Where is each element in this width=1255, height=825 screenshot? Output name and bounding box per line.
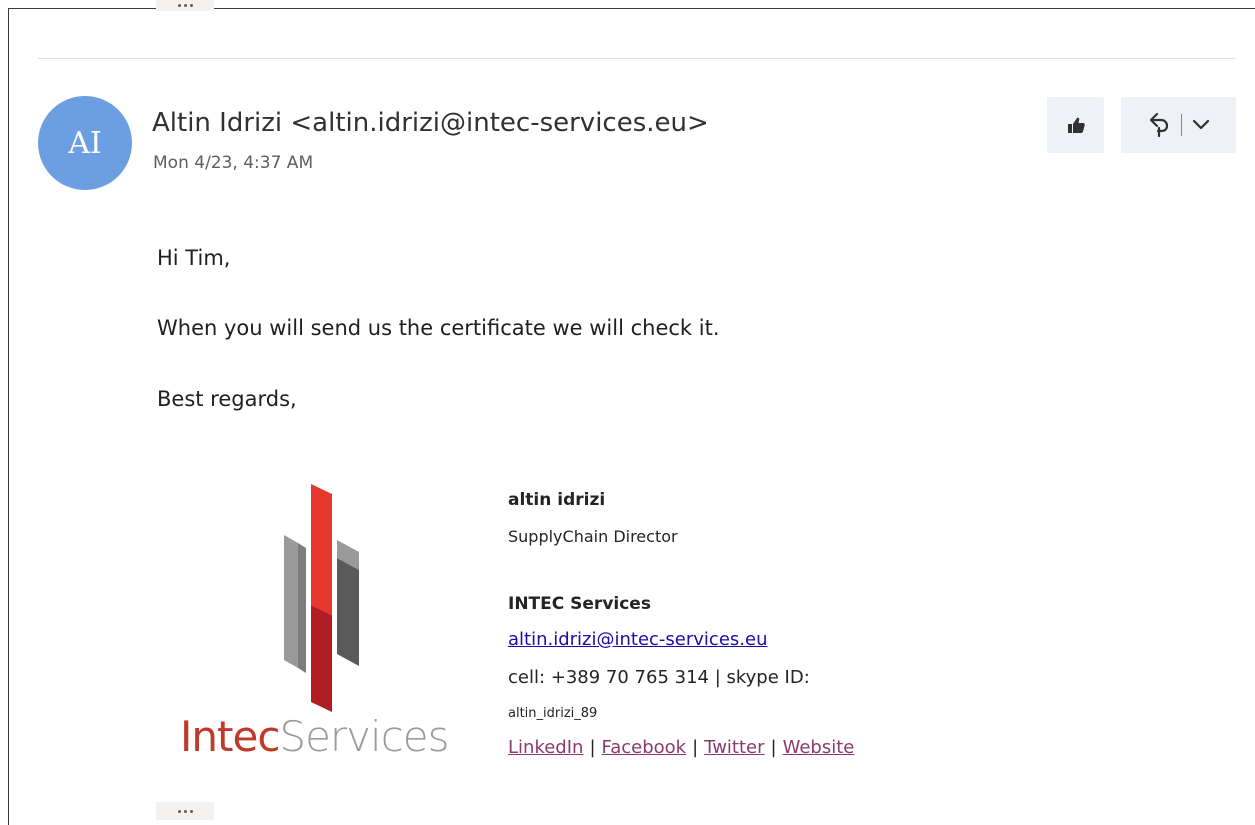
show-trimmed-content-button[interactable]: [156, 802, 214, 820]
button-separator: [1181, 114, 1182, 136]
website-link[interactable]: Website: [783, 737, 855, 758]
chevron-down-icon[interactable]: [1192, 119, 1210, 131]
signature-cell-skype: cell: +389 70 765 314 | skype ID:: [508, 667, 810, 688]
twitter-link[interactable]: Twitter: [704, 737, 764, 758]
message-date: Mon 4/23, 4:37 AM: [153, 153, 314, 173]
linkedin-link[interactable]: LinkedIn: [508, 737, 583, 758]
logo-bar-gray-mid: [298, 543, 306, 673]
signature-skype-id: altin_idrizi_89: [508, 706, 598, 721]
logo-bar-red-top: [311, 484, 332, 615]
greeting: Hi Tim,: [157, 246, 231, 270]
logo-bar-gray-left: [284, 535, 298, 668]
reply-icon: [1149, 112, 1169, 138]
thumbs-up-icon: [1067, 117, 1085, 133]
reply-button-group[interactable]: [1121, 97, 1236, 153]
signature-title: SupplyChain Director: [508, 527, 678, 546]
message-text: When you will send us the certificate we…: [157, 316, 720, 340]
signature-company: INTEC Services: [508, 594, 651, 614]
like-button[interactable]: [1047, 97, 1104, 153]
message-divider: [38, 58, 1235, 59]
show-trimmed-content-top-button[interactable]: [156, 0, 214, 11]
sender-name-email[interactable]: Altin Idrizi <altin.idrizi@intec-service…: [152, 108, 709, 138]
logo-bar-red-bottom: [311, 605, 332, 712]
facebook-link[interactable]: Facebook: [602, 737, 687, 758]
closing: Best regards,: [157, 387, 297, 411]
signature-email-link[interactable]: altin.idrizi@intec-services.eu: [508, 629, 768, 650]
signature-social-links: LinkedIn | Facebook | Twitter | Website: [508, 737, 855, 758]
logo-bar-gray-right-dark: [337, 558, 359, 666]
logo-wordmark: IntecServices: [180, 712, 450, 761]
sender-avatar[interactable]: AI: [38, 96, 132, 190]
signature-name: altin idrizi: [508, 490, 606, 510]
